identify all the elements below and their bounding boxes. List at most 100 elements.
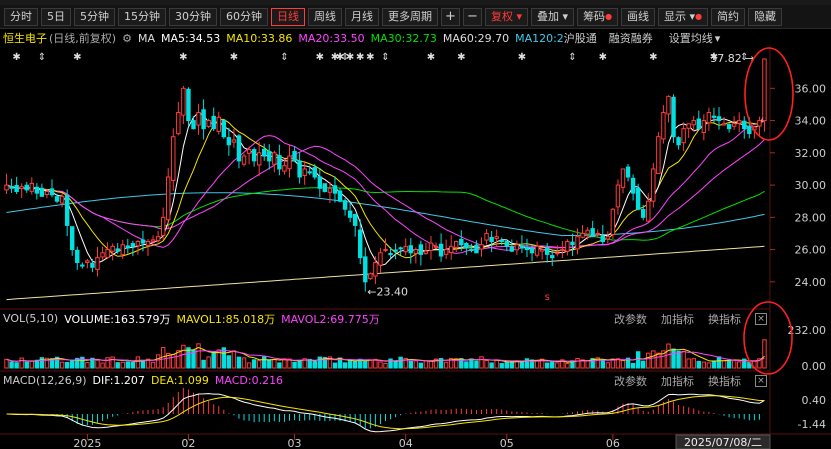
dea-value: DEA:1.099: [150, 374, 209, 387]
volume-bar: [241, 357, 247, 369]
candle-body: [211, 115, 216, 130]
volume-bar: [201, 359, 206, 369]
candle-body: [635, 187, 641, 210]
candle-body: [625, 166, 631, 178]
candle-body: [342, 200, 348, 210]
volume-bar: [585, 360, 590, 369]
vol-gaicanshu[interactable]: 改参数: [614, 311, 647, 327]
volume-bar: [443, 361, 449, 369]
event-marker: ⇕: [740, 52, 748, 63]
volume-bar: [605, 362, 611, 369]
candle-body: [44, 191, 50, 195]
candle-body: [605, 236, 611, 240]
candle-body: [615, 184, 621, 208]
event-marker: ✱: [710, 52, 718, 63]
candle-body: [423, 250, 429, 255]
volume-bar: [95, 359, 100, 369]
candle-body: [297, 160, 302, 178]
candle-body: [125, 245, 131, 249]
candle-body: [373, 261, 378, 277]
candle-body: [267, 151, 272, 162]
close-icon[interactable]: ×: [755, 374, 767, 387]
candle-body: [90, 262, 95, 268]
candle-body: [14, 184, 19, 193]
volume-bar: [292, 361, 297, 369]
candle-body: [100, 252, 105, 258]
volume-bar: [105, 357, 110, 369]
volume-bar: [544, 362, 550, 369]
vol-huanzhibiao[interactable]: 换指标: [708, 311, 741, 327]
macd-bars: [11, 387, 765, 429]
volume-bar: [474, 360, 479, 369]
candle-body: [272, 152, 277, 165]
candle-body: [186, 88, 191, 122]
volume-bars: [4, 339, 767, 369]
volume-bar: [600, 359, 605, 369]
volume-bar: [69, 360, 75, 369]
candle-body: [398, 247, 403, 250]
volume-bar: [408, 360, 413, 369]
candle-body: [181, 87, 186, 116]
annotation-circle: [744, 47, 794, 141]
candle-body: [469, 249, 474, 252]
event-marker: s: [545, 292, 550, 303]
volume-bar: [256, 360, 262, 369]
volume-bar: [155, 354, 161, 369]
candle-body: [519, 245, 525, 249]
macd-huanzhibiao[interactable]: 换指标: [708, 373, 741, 389]
low-price-label: ←23.40: [367, 285, 408, 298]
candle-body: [262, 148, 267, 157]
candle-body: [176, 112, 181, 135]
candle-body: [408, 245, 413, 254]
volume-bar: [19, 357, 24, 369]
volume-bar: [651, 350, 656, 369]
volume-bar: [251, 359, 257, 369]
volume-bar: [34, 359, 40, 369]
event-marker: ✱: [518, 52, 526, 63]
candle-body: [438, 243, 444, 257]
candle-body: [671, 96, 676, 138]
y-tick-label: 30.00: [795, 179, 827, 192]
volume-bar: [267, 359, 272, 369]
volume-bar: [14, 362, 19, 369]
candle-body: [327, 187, 333, 193]
candle-body: [403, 245, 408, 253]
macd-jiazhibiao[interactable]: 加指标: [661, 373, 694, 389]
candle-body: [681, 128, 686, 144]
macd-gaicanshu[interactable]: 改参数: [614, 373, 647, 389]
volume-bar: [277, 362, 282, 369]
volume-bar: [711, 360, 717, 369]
candle-body: [221, 119, 227, 138]
vol-jiazhibiao[interactable]: 加指标: [661, 311, 694, 327]
candle-body: [534, 245, 540, 256]
candle-body: [630, 177, 636, 194]
candle-body: [474, 244, 479, 254]
volume-bar: [575, 358, 580, 369]
close-icon[interactable]: ×: [755, 312, 767, 325]
event-marker: ⇕: [381, 52, 389, 63]
candle-body: [241, 155, 247, 165]
candle-body: [494, 236, 499, 239]
volume-bar: [499, 363, 504, 369]
candle-body: [691, 120, 696, 126]
volume-bar: [646, 352, 651, 369]
vol-tick-label: 0.00: [802, 360, 827, 373]
candle-body: [226, 137, 232, 146]
candle-body: [80, 264, 85, 267]
volume-bar: [393, 360, 398, 369]
candle-body: [358, 229, 363, 259]
candle-body: [105, 249, 110, 258]
event-marker: ✱: [12, 52, 20, 63]
candle-body: [236, 135, 242, 162]
event-marker: ✱: [179, 52, 187, 63]
volume-bar: [64, 361, 70, 369]
volume-bar: [231, 350, 237, 369]
candle-body: [191, 120, 196, 130]
volume-bar: [246, 362, 252, 369]
volume-bar: [150, 361, 156, 369]
event-marker: ⇕: [280, 52, 288, 63]
volume-bar: [130, 361, 136, 369]
candle-body: [383, 249, 388, 252]
candle-body: [39, 187, 45, 197]
candle-body: [555, 252, 560, 255]
